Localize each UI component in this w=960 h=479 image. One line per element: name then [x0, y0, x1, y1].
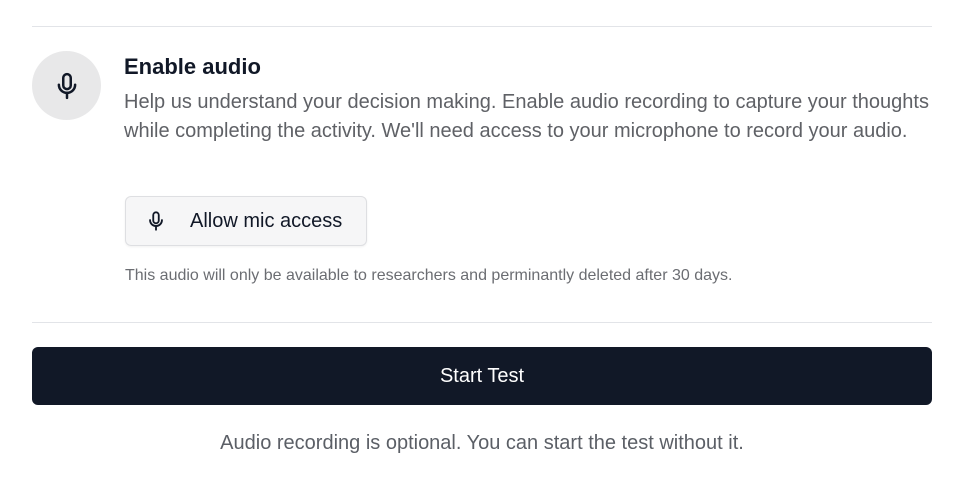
top-divider [32, 26, 932, 27]
allow-mic-access-button[interactable]: Allow mic access [125, 196, 367, 246]
section-title: Enable audio [124, 54, 261, 79]
start-test-button[interactable]: Start Test [32, 347, 932, 405]
microphone-icon [145, 210, 167, 232]
section-description: Help us understand your decision making.… [124, 91, 929, 142]
audio-permission-page: Enable audio Help us understand your dec… [0, 0, 960, 479]
privacy-note: This audio will only be available to res… [125, 267, 733, 284]
microphone-icon-badge [32, 51, 101, 120]
allow-mic-access-label: Allow mic access [190, 209, 343, 232]
section-divider [32, 322, 932, 323]
enable-audio-section: Enable audio Help us understand your dec… [124, 52, 934, 146]
optional-recording-note: Audio recording is optional. You can sta… [220, 432, 744, 454]
microphone-icon [57, 72, 76, 99]
